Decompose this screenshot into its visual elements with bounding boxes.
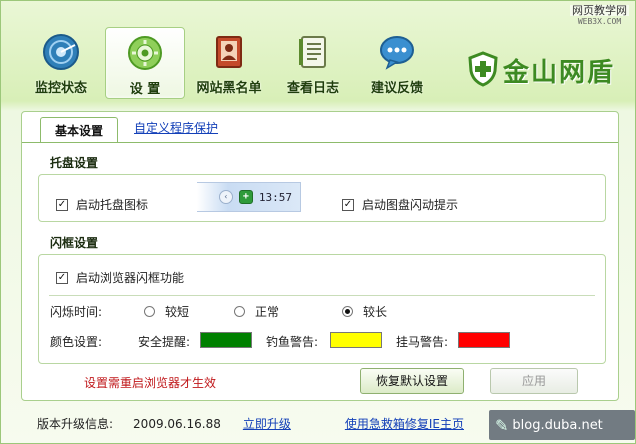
radio-normal-label: 正常 (255, 305, 280, 319)
blog-watermark: ✎ blog.duba.net (489, 410, 635, 440)
radar-icon (42, 33, 80, 71)
radio-short[interactable] (144, 306, 155, 317)
tray-flash-checkbox[interactable]: ✓ (342, 198, 354, 211)
safe-alert-color-swatch[interactable] (200, 332, 252, 348)
browser-flash-checkbox[interactable]: ✓ (56, 271, 68, 284)
tab-divider (22, 142, 618, 143)
flash-section-title: 闪框设置 (50, 236, 99, 250)
tool-settings[interactable]: 设 置 (105, 27, 185, 99)
tray-flash-label: 启动图盘闪动提示 (362, 198, 459, 212)
phishing-warning-label: 钓鱼警告: (266, 335, 319, 349)
tool-feedback[interactable]: 建议反馈 (357, 27, 437, 99)
shield-icon (467, 51, 499, 90)
gear-icon (126, 34, 164, 72)
tool-view-log[interactable]: 查看日志 (273, 27, 353, 99)
radio-short-label: 较短 (165, 305, 190, 319)
blacklist-icon (210, 33, 248, 71)
tool-site-blacklist[interactable]: 网站黑名单 (189, 27, 269, 99)
watermark-url: WEB3X.COM (577, 17, 622, 26)
tray-section-title: 托盘设置 (50, 156, 99, 170)
app-window: 网页教学网 WEB3X.COM 监控状态 设 置 网站黑名单 查看日志 建议反馈… (0, 0, 636, 444)
group-divider (49, 295, 595, 296)
blog-logo-icon: ✎ (495, 415, 509, 435)
chat-bubble-icon (378, 33, 416, 71)
radio-long-label: 较长 (363, 305, 388, 319)
watermark: 网页教学网 WEB3X.COM (570, 5, 629, 27)
tray-shield-icon: + (238, 190, 253, 204)
color-settings-label: 颜色设置: (50, 335, 103, 349)
log-icon (294, 33, 332, 71)
tool-label: 监控状态 (34, 81, 87, 96)
main-toolbar: 监控状态 设 置 网站黑名单 查看日志 建议反馈 (21, 27, 437, 99)
show-tray-icon-checkbox[interactable]: ✓ (56, 198, 68, 211)
tool-monitor-status[interactable]: 监控状态 (21, 27, 101, 99)
trojan-warning-color-swatch[interactable] (458, 332, 510, 348)
tool-label: 网站黑名单 (196, 81, 262, 96)
flash-time-label: 闪烁时间: (50, 305, 103, 319)
tray-flash-option[interactable]: ✓ 启动图盘闪动提示 (342, 196, 458, 213)
footer-bar: 版本升级信息: 2009.06.16.88 立即升级 使用急救箱修复IE主页 (37, 415, 464, 432)
browser-flash-label: 启动浏览器闪框功能 (76, 271, 185, 285)
tool-label: 建议反馈 (370, 81, 423, 96)
settings-panel: 基本设置 自定义程序保护 托盘设置 ✓ 启动托盘图标 ‹ + 13:57 ✓ 启… (21, 111, 619, 401)
brand-name: 金山网盾 (503, 58, 616, 88)
flash-time-normal[interactable]: 正常 (234, 303, 279, 320)
flash-time-long[interactable]: 较长 (342, 303, 387, 320)
trojan-warning-label: 挂马警告: (396, 335, 449, 349)
phishing-warning-color-swatch[interactable] (330, 332, 382, 348)
tray-clock: 13:57 (258, 190, 292, 204)
radio-normal[interactable] (234, 306, 245, 317)
brand-logo: 金山网盾 (467, 51, 615, 90)
tool-label: 设 置 (129, 82, 161, 97)
radio-long[interactable] (342, 306, 353, 317)
tool-label: 查看日志 (286, 81, 339, 96)
show-tray-icon-option[interactable]: ✓ 启动托盘图标 (56, 196, 148, 213)
tray-preview: ‹ + 13:57 (197, 182, 301, 212)
safe-alert-label: 安全提醒: (138, 335, 191, 349)
watermark-title: 网页教学网 (570, 4, 629, 17)
blog-url: blog.duba.net (512, 417, 603, 433)
tab-basic-settings[interactable]: 基本设置 (40, 117, 119, 143)
chevron-left-icon: ‹ (218, 190, 233, 204)
repair-homepage-link[interactable]: 使用急救箱修复IE主页 (345, 415, 464, 432)
version-number: 2009.06.16.88 (133, 416, 221, 431)
browser-flash-option[interactable]: ✓ 启动浏览器闪框功能 (56, 269, 184, 286)
restart-note: 设置需重启浏览器才生效 (84, 376, 217, 390)
upgrade-now-link[interactable]: 立即升级 (243, 415, 291, 432)
upgrade-info-label: 版本升级信息: (37, 417, 114, 431)
apply-button[interactable]: 应用 (490, 368, 578, 394)
flash-time-short[interactable]: 较短 (144, 303, 189, 320)
show-tray-icon-label: 启动托盘图标 (76, 198, 149, 212)
settings-tabs: 基本设置 自定义程序保护 (40, 117, 218, 143)
restore-default-button[interactable]: 恢复默认设置 (360, 368, 464, 394)
tab-custom-program-protection[interactable]: 自定义程序保护 (134, 119, 218, 142)
